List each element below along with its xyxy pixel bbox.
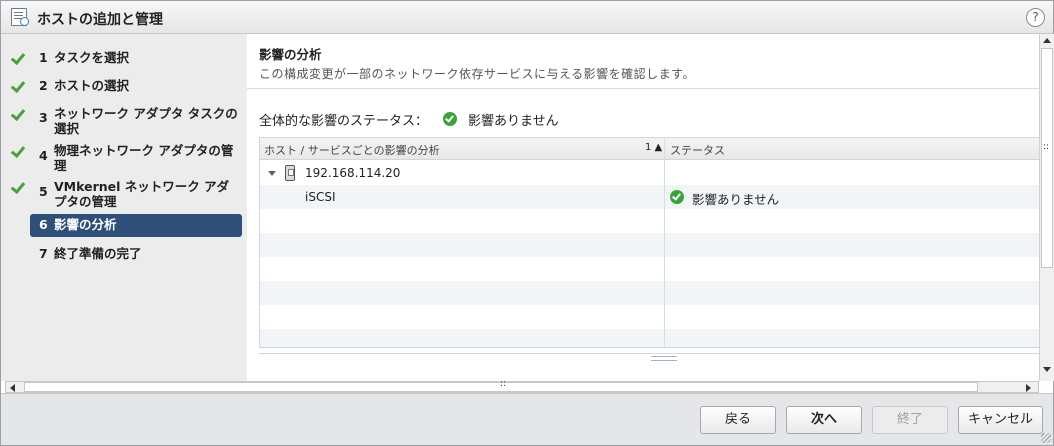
step-number: 1 [39, 50, 48, 65]
wizard-steps: 1 タスクを選択 2 ホストの選択 3 ネットワーク アダプタ タスクの選択 4… [1, 34, 247, 381]
host-icon [285, 165, 295, 181]
wizard-icon [11, 8, 29, 26]
help-icon[interactable]: ? [1026, 8, 1045, 27]
step-label: 物理ネットワーク アダプタの管理 [54, 143, 234, 173]
expand-collapse-icon[interactable] [268, 171, 276, 176]
checkmark-icon [11, 50, 25, 64]
title-bar: ホストの追加と管理 ? [1, 1, 1053, 34]
divider [247, 88, 1039, 89]
page-title: 影響の分析 [259, 47, 322, 62]
table-row-empty [260, 305, 1040, 329]
step-label: 終了準備の完了 [54, 246, 142, 261]
scroll-down-icon[interactable] [1043, 367, 1051, 372]
step-label: ネットワーク アダプタ タスクの選択 [54, 106, 238, 136]
table-row-service[interactable]: iSCSI 影響ありません [260, 185, 1040, 209]
checkmark-icon [11, 179, 25, 193]
step-label: ホストの選択 [54, 78, 130, 93]
main-content: 影響の分析 この構成変更が一部のネットワーク依存サービスに与える影響を確認します… [247, 34, 1040, 381]
host-name: 192.168.114.20 [305, 166, 401, 180]
dialog: ホストの追加と管理 ? 1 タスクを選択 2 ホストの選択 3 ネットワーク ア… [0, 0, 1054, 446]
checkmark-icon [11, 78, 25, 92]
step-number: 5 [39, 184, 48, 199]
impact-grid: ホスト / サービスごとの影響の分析 1 ▲ ステータス 192.168.114… [259, 137, 1040, 348]
table-row-empty [260, 257, 1040, 281]
grip-icon: :: [1043, 142, 1050, 152]
finish-button[interactable]: 終了 [872, 406, 948, 434]
footer: 戻る 次へ 終了 キャンセル [1, 393, 1053, 445]
back-button[interactable]: 戻る [700, 406, 776, 434]
step-number: 3 [39, 110, 48, 125]
step-label: 影響の分析 [54, 217, 117, 232]
horizontal-scrollbar[interactable]: :: [5, 379, 1039, 393]
cancel-button[interactable]: キャンセル [958, 406, 1043, 434]
step-number: 7 [39, 246, 48, 261]
table-row-empty [260, 233, 1040, 257]
step-label: タスクを選択 [54, 50, 130, 65]
table-row-host[interactable]: 192.168.114.20 [260, 161, 1040, 185]
step-6-active[interactable]: 6 影響の分析 [30, 214, 242, 237]
resize-grip-icon[interactable] [1041, 433, 1051, 443]
table-row-empty [260, 209, 1040, 233]
step-number: 2 [39, 78, 48, 93]
vertical-scrollbar[interactable]: :: [1039, 34, 1054, 381]
ok-status-icon [670, 190, 684, 204]
sort-indicator[interactable]: 1 ▲ [645, 142, 662, 153]
overall-status-value: 影響ありません [468, 114, 559, 129]
dialog-title: ホストの追加と管理 [37, 12, 163, 28]
table-row-empty [260, 281, 1040, 305]
scroll-right-icon[interactable] [1026, 384, 1031, 392]
column-header-host-service[interactable]: ホスト / サービスごとの影響の分析 [264, 142, 440, 158]
scroll-left-icon[interactable] [10, 384, 15, 392]
column-separator[interactable] [664, 138, 665, 347]
next-button[interactable]: 次へ [786, 406, 862, 434]
step-number: 4 [39, 148, 48, 163]
grid-header: ホスト / サービスごとの影響の分析 1 ▲ ステータス [260, 138, 1040, 160]
overall-status-label: 全体的な影響のステータス： [259, 114, 429, 129]
service-name: iSCSI [305, 190, 336, 204]
grip-icon: :: [500, 379, 507, 389]
service-status: 影響ありません [692, 192, 780, 207]
table-row-empty [260, 329, 1040, 347]
checkmark-icon [11, 106, 25, 120]
ok-status-icon [443, 112, 457, 126]
page-description: この構成変更が一部のネットワーク依存サービスに与える影響を確認します。 [259, 67, 695, 81]
step-number: 6 [39, 217, 48, 232]
scroll-thumb[interactable] [1041, 48, 1053, 268]
scroll-up-icon[interactable] [1043, 38, 1051, 43]
grid-resize-handle[interactable] [259, 353, 1039, 361]
step-label: VMkernel ネットワーク アダプタの管理 [54, 179, 230, 209]
column-header-status[interactable]: ステータス [670, 142, 725, 158]
checkmark-icon [11, 143, 25, 157]
